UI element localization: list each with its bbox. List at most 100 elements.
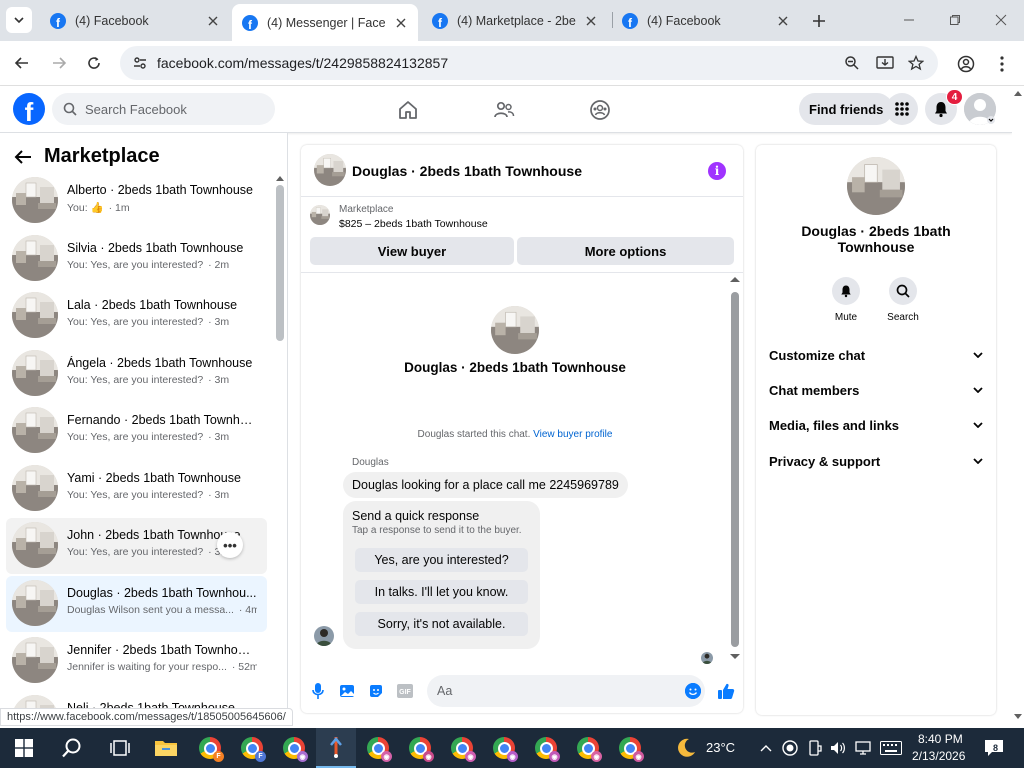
conversation-item[interactable]: Alberto · 2beds 1bath Townhouse You: 👍 · … [6, 173, 267, 229]
record-icon[interactable] [782, 740, 798, 756]
back-button[interactable] [10, 51, 34, 75]
chrome-app-profile-7[interactable]: ◉ [490, 734, 518, 762]
chrome-app-profile-4[interactable]: ◉ [364, 734, 392, 762]
message-input[interactable]: Aa [427, 675, 705, 707]
scroll-up-arrow-icon[interactable] [730, 276, 740, 282]
facebook-logo[interactable]: f [13, 93, 45, 125]
arrow-left-icon[interactable] [14, 149, 32, 165]
chrome-app-profile-5[interactable]: ◉ [406, 734, 434, 762]
scroll-up-arrow-icon[interactable] [1014, 90, 1022, 96]
find-friends-button[interactable]: Find friends [799, 93, 894, 125]
chrome-app-profile-6[interactable]: ◉ [448, 734, 476, 762]
address-bar[interactable]: facebook.com/messages/t/2429858824132857 [120, 46, 938, 80]
conversation-item[interactable]: Ángela · 2beds 1bath Townhouse You: Yes, … [6, 346, 267, 402]
menu-button[interactable] [886, 93, 918, 125]
tab-search-button[interactable] [6, 7, 32, 33]
quick-reply-yes-button[interactable]: Yes, are you interested? [355, 548, 528, 572]
browser-tab-messenger[interactable]: f (4) Messenger | Facebo [232, 4, 418, 41]
conversation-item[interactable]: Jennifer · 2beds 1bath Townhouse Jennifer… [6, 633, 267, 689]
privacy-support-section[interactable]: Privacy & support [769, 451, 983, 471]
chat-title[interactable]: Douglas · 2beds 1bath Townhouse [352, 163, 582, 179]
minimize-button[interactable] [897, 8, 921, 32]
chrome-app-profile-9[interactable]: ◉ [574, 734, 602, 762]
scroll-down-arrow-icon[interactable] [730, 654, 740, 660]
chevron-up-icon[interactable] [760, 744, 772, 752]
info-button[interactable]: i [708, 162, 726, 180]
more-options-button[interactable]: More options [517, 237, 734, 265]
install-app-icon[interactable] [876, 55, 894, 71]
close-icon[interactable] [394, 16, 408, 30]
sticker-button[interactable] [368, 683, 384, 699]
emoji-button[interactable] [685, 683, 701, 699]
keyboard-icon[interactable] [880, 741, 902, 755]
device-icon[interactable] [808, 740, 822, 756]
conversation-item[interactable]: Lala · 2beds 1bath Townhouse You: Yes, ar… [6, 288, 267, 344]
chrome-app-profile-10[interactable]: ◉ [616, 734, 644, 762]
network-icon[interactable] [854, 740, 872, 756]
task-view-button[interactable] [106, 734, 134, 762]
active-app-button[interactable] [316, 728, 356, 768]
clock-date[interactable]: 2/13/2026 [912, 749, 965, 763]
sidebar-scrollbar[interactable] [276, 185, 284, 341]
chrome-app-profile-8[interactable]: ◉ [532, 734, 560, 762]
profile-button[interactable] [955, 53, 977, 75]
customize-chat-section[interactable]: Customize chat [769, 345, 983, 365]
friends-nav-button[interactable] [492, 98, 516, 122]
close-icon[interactable] [584, 14, 598, 28]
home-nav-button[interactable] [396, 98, 420, 122]
listing-thumbnail[interactable] [314, 154, 346, 186]
search-action[interactable]: Search [883, 277, 923, 323]
close-icon[interactable] [776, 14, 790, 28]
taskbar-search-button[interactable] [58, 734, 86, 762]
bookmark-star-icon[interactable] [908, 55, 924, 71]
zoom-icon[interactable] [844, 55, 860, 71]
url-text[interactable]: facebook.com/messages/t/2429858824132857 [157, 55, 448, 71]
view-buyer-button[interactable]: View buyer [310, 237, 514, 265]
site-info-icon[interactable] [132, 55, 148, 71]
mute-action[interactable]: Mute [826, 277, 866, 323]
chrome-app-profile-2[interactable]: F [238, 734, 266, 762]
scroll-down-arrow-icon[interactable] [1014, 714, 1022, 720]
new-tab-button[interactable] [806, 8, 832, 34]
conversation-item[interactable]: Douglas · 2beds 1bath Townhou... Douglas … [6, 575, 267, 632]
restore-button[interactable] [943, 8, 967, 32]
media-files-links-section[interactable]: Media, files and links [769, 415, 983, 435]
close-window-button[interactable] [989, 8, 1013, 32]
conversation-item[interactable]: Silvia · 2beds 1bath Townhouse You: Yes, … [6, 231, 267, 287]
attach-image-button[interactable] [339, 683, 355, 699]
close-icon[interactable] [206, 14, 220, 28]
sender-avatar[interactable] [314, 626, 334, 646]
details-listing-photo[interactable] [847, 157, 905, 215]
facebook-search-input[interactable]: Search Facebook [52, 93, 275, 125]
start-button[interactable] [10, 734, 38, 762]
chevron-down-icon[interactable] [986, 116, 996, 124]
conversation-item[interactable]: John · 2beds 1bath Townhouse You: Yes, ar… [6, 518, 267, 574]
notification-center-button[interactable]: 8 [984, 739, 1004, 757]
conversation-item[interactable]: Fernando · 2beds 1bath Townho... You: Yes… [6, 403, 267, 459]
forward-button[interactable] [47, 51, 71, 75]
chrome-app-profile-1[interactable]: F [196, 734, 224, 762]
chat-scrollbar[interactable] [731, 292, 739, 647]
file-explorer-app[interactable] [152, 734, 180, 762]
browser-tab-marketplace[interactable]: f (4) Marketplace - 2bed [422, 6, 608, 35]
conversation-more-button[interactable]: ••• [217, 532, 243, 558]
gif-button[interactable]: GIF [397, 683, 413, 699]
voice-clip-button[interactable] [310, 683, 326, 699]
reload-button[interactable] [82, 51, 106, 75]
browser-tab-facebook-2[interactable]: f (4) Facebook [612, 6, 800, 35]
quick-reply-not-available-button[interactable]: Sorry, it's not available. [355, 612, 528, 636]
groups-nav-button[interactable] [588, 98, 612, 122]
clock-time[interactable]: 8:40 PM [918, 732, 963, 746]
browser-menu-button[interactable] [991, 53, 1013, 75]
like-send-button[interactable] [716, 681, 736, 701]
page-scrollbar[interactable] [1012, 86, 1024, 725]
view-buyer-profile-link[interactable]: View buyer profile [533, 429, 612, 440]
quick-reply-in-talks-button[interactable]: In talks. I'll let you know. [355, 580, 528, 604]
conversation-item[interactable]: Yami · 2beds 1bath Townhouse You: Yes, ar… [6, 461, 267, 517]
speaker-icon[interactable] [830, 740, 846, 756]
listing-price-title[interactable]: $825 – 2beds 1bath Townhouse [339, 218, 488, 230]
scroll-up-arrow-icon[interactable] [276, 175, 284, 181]
chrome-app-profile-3[interactable]: ◉ [280, 734, 308, 762]
browser-tab-facebook-1[interactable]: f (4) Facebook [40, 6, 230, 35]
weather-widget[interactable] [672, 734, 700, 762]
